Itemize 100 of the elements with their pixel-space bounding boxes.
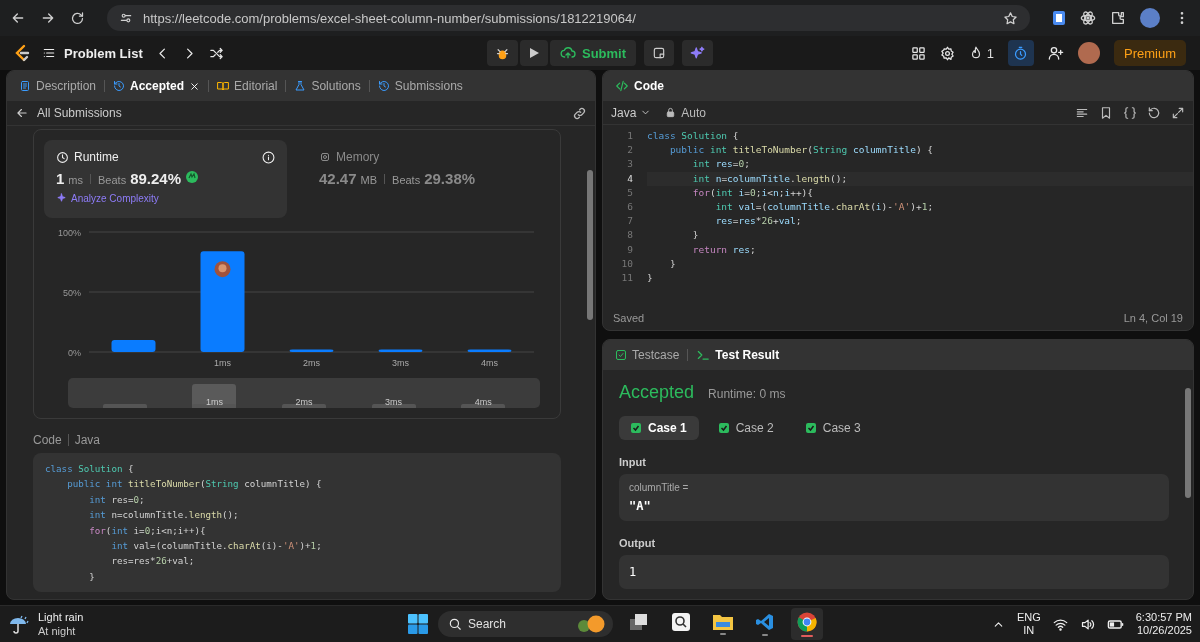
- panel-tab[interactable]: Accepted: [109, 75, 205, 97]
- panel-tab[interactable]: Test Result: [692, 344, 784, 366]
- axis-label: 100%: [57, 228, 81, 238]
- code-line: for(int i=0;i<n;i++){: [691, 185, 815, 200]
- language-label: Java: [74, 433, 101, 447]
- parameter-name: columnTitle =: [629, 482, 690, 493]
- chart-bar[interactable]: [378, 349, 423, 352]
- notes-button[interactable]: [644, 40, 675, 66]
- line-number: 3: [626, 157, 633, 172]
- auto-mode[interactable]: Auto: [665, 105, 707, 120]
- code-line: class Solution {: [45, 462, 135, 476]
- range-navigator[interactable]: 1ms 2ms 3ms 4ms: [68, 378, 540, 408]
- windows-start-icon[interactable]: [408, 614, 428, 634]
- line-number: 4: [626, 171, 633, 186]
- code-line: }: [668, 256, 677, 271]
- case-tab[interactable]: Case 3: [793, 416, 873, 440]
- sparkle-icon: [56, 193, 67, 204]
- sparkle-icon: [690, 45, 706, 61]
- streak-counter[interactable]: 1: [968, 45, 994, 61]
- history-icon: [377, 80, 390, 92]
- problem-list-link[interactable]: Problem List: [42, 45, 143, 61]
- add-friend-icon[interactable]: [1048, 45, 1064, 61]
- search-icon: [448, 617, 462, 631]
- reset-icon[interactable]: [1147, 105, 1161, 120]
- taskbar-app[interactable]: [791, 608, 823, 640]
- code-line: res=res*26+val;: [110, 554, 196, 569]
- shuffle-icon[interactable]: [208, 45, 224, 61]
- extensions-icon[interactable]: [1110, 10, 1126, 26]
- info-icon: [262, 150, 275, 164]
- panel-tab[interactable]: Submissions: [373, 75, 467, 97]
- user-avatar[interactable]: [1078, 42, 1100, 64]
- navigator-label: 2ms: [295, 397, 313, 407]
- layout-icon[interactable]: [910, 45, 926, 61]
- debug-button[interactable]: [486, 40, 518, 66]
- timer-button[interactable]: [1008, 40, 1034, 66]
- beats-label: Beats: [98, 174, 127, 186]
- panel-tab[interactable]: Description: [15, 75, 101, 97]
- run-button[interactable]: [519, 40, 548, 66]
- site-settings-icon[interactable]: [119, 11, 133, 25]
- note-icon: [652, 46, 667, 60]
- submit-button[interactable]: Submit: [549, 40, 637, 66]
- document-icon[interactable]: [1052, 10, 1066, 26]
- stat-unit: MB: [360, 174, 378, 186]
- system-clock[interactable]: 6:30:57 PM 10/26/2025: [1135, 611, 1192, 637]
- axis-label: 0%: [68, 348, 81, 358]
- code-line: int res=0;: [88, 492, 146, 507]
- code-line: res=res*26+val;: [714, 214, 803, 229]
- stat-card[interactable]: Runtime 1 ms Beats 89.24% Analyze Complexity: [44, 140, 287, 218]
- logo-icon[interactable]: [14, 44, 30, 62]
- navigator-window[interactable]: 4ms: [461, 384, 506, 408]
- navigator-window[interactable]: 2ms: [282, 384, 326, 408]
- bookmark-icon[interactable]: [1099, 105, 1113, 120]
- premium-button[interactable]: Premium: [1114, 40, 1186, 66]
- all-submissions-link[interactable]: All Submissions: [15, 106, 122, 120]
- code-line: for(int i=0;i<n;i++){: [88, 523, 207, 538]
- navigator-window[interactable]: 1ms: [192, 384, 237, 408]
- language-dropdown[interactable]: Java: [611, 105, 652, 120]
- braces-icon[interactable]: [1123, 105, 1137, 120]
- code-icon: [615, 79, 629, 93]
- ai-button[interactable]: [682, 40, 714, 66]
- field-label: Output: [619, 537, 657, 549]
- case-tab[interactable]: Case 2: [706, 416, 786, 440]
- beats-label: Beats: [392, 174, 421, 186]
- settings-icon[interactable]: [939, 45, 955, 61]
- expand-icon[interactable]: [1171, 105, 1185, 120]
- bookmark-star-icon[interactable]: [1003, 10, 1018, 26]
- atom-icon[interactable]: [1080, 10, 1096, 26]
- forward-icon[interactable]: [40, 10, 56, 26]
- panel-tab[interactable]: Solutions: [290, 75, 365, 97]
- stat-title: Runtime: [74, 150, 119, 164]
- folder-icon: [713, 613, 733, 630]
- chart-bar[interactable]: [467, 349, 512, 352]
- umbrella-icon: [8, 613, 30, 635]
- back-icon[interactable]: [10, 10, 26, 26]
- navigator-window[interactable]: 3ms: [371, 384, 416, 408]
- input-language[interactable]: ENG IN: [1016, 611, 1041, 637]
- close-icon[interactable]: [189, 80, 201, 92]
- play-icon: [527, 47, 540, 59]
- link-icon[interactable]: [572, 105, 587, 121]
- axis-label: 2ms: [303, 358, 320, 368]
- line-number: 11: [620, 270, 633, 285]
- stat-value: 42.47: [319, 170, 357, 187]
- flask-icon: [294, 80, 307, 92]
- search-field[interactable]: Search: [438, 611, 613, 637]
- axis-label: 1ms: [214, 358, 231, 368]
- line-number: 5: [626, 185, 633, 200]
- checkbox-icon: [615, 349, 627, 361]
- profile-avatar[interactable]: [1140, 8, 1160, 28]
- analyze-complexity-link[interactable]: Analyze Complexity: [56, 193, 275, 204]
- chart-bar[interactable]: [289, 349, 334, 352]
- panel-tab[interactable]: Editorial: [213, 75, 282, 97]
- address-bar[interactable]: https://leetcode.com/problems/excel-sheet-column-number/submissions/1812219064/: [107, 5, 1030, 31]
- line-number: 1: [626, 129, 633, 143]
- reload-icon[interactable]: [70, 10, 85, 26]
- code-line: int res=0;: [691, 157, 751, 172]
- stat-card[interactable]: Memory 42.47 MB Beats 29.38%: [307, 140, 550, 218]
- navigator-label: 1ms: [205, 397, 223, 407]
- panel-tab[interactable]: Testcase: [611, 344, 684, 366]
- case-tab[interactable]: Case 1: [619, 416, 699, 440]
- code-line: class Solution {: [647, 129, 740, 143]
